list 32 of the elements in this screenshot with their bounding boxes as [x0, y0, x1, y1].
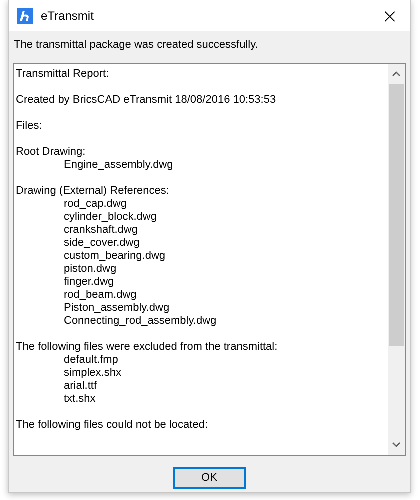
report-heading: Root Drawing:	[16, 146, 87, 159]
file-name: crankshaft.dwg	[63, 224, 139, 237]
app-logo-icon	[17, 8, 33, 24]
close-button[interactable]: ×	[370, 0, 410, 31]
status-message: The transmittal package was created successfully.	[14, 39, 260, 51]
file-name: arial.ttf	[63, 380, 98, 393]
scrollbar-thumb[interactable]	[389, 84, 404, 346]
report-heading: The following files were excluded from the transmittal:	[16, 341, 279, 354]
scrollbar[interactable]	[388, 64, 405, 455]
file-name: side_cover.dwg	[63, 237, 141, 250]
report-heading: Transmittal Report:	[16, 68, 110, 81]
scroll-down-icon[interactable]	[392, 442, 401, 448]
report-heading: Drawing (External) References:	[16, 185, 170, 198]
scroll-up-icon[interactable]	[392, 71, 401, 77]
file-name: Connecting_rod_assembly.dwg	[63, 315, 218, 328]
file-name: finger.dwg	[63, 276, 116, 289]
file-name: simplex.shx	[63, 367, 122, 380]
report-heading: Files:	[16, 120, 44, 133]
file-name: default.fmp	[63, 354, 120, 367]
file-name: cylinder_block.dwg	[63, 211, 158, 224]
file-name: txt.shx	[63, 393, 97, 406]
file-name: custom_bearing.dwg	[63, 250, 167, 263]
file-name: Piston_assembly.dwg	[63, 302, 171, 315]
file-name: rod_cap.dwg	[63, 198, 128, 211]
file-name: rod_beam.dwg	[63, 289, 138, 302]
report-heading: Created by BricsCAD eTransmit 18/08/2016 10:53:53	[16, 94, 278, 107]
report-textbox[interactable]	[13, 63, 406, 456]
window-title: eTransmit	[41, 8, 94, 22]
file-name: piston.dwg	[63, 263, 118, 276]
file-name: Engine_assembly.dwg	[63, 159, 174, 172]
report-heading: The following files could not be located:	[16, 419, 210, 432]
ok-button[interactable]: OK	[173, 467, 246, 489]
